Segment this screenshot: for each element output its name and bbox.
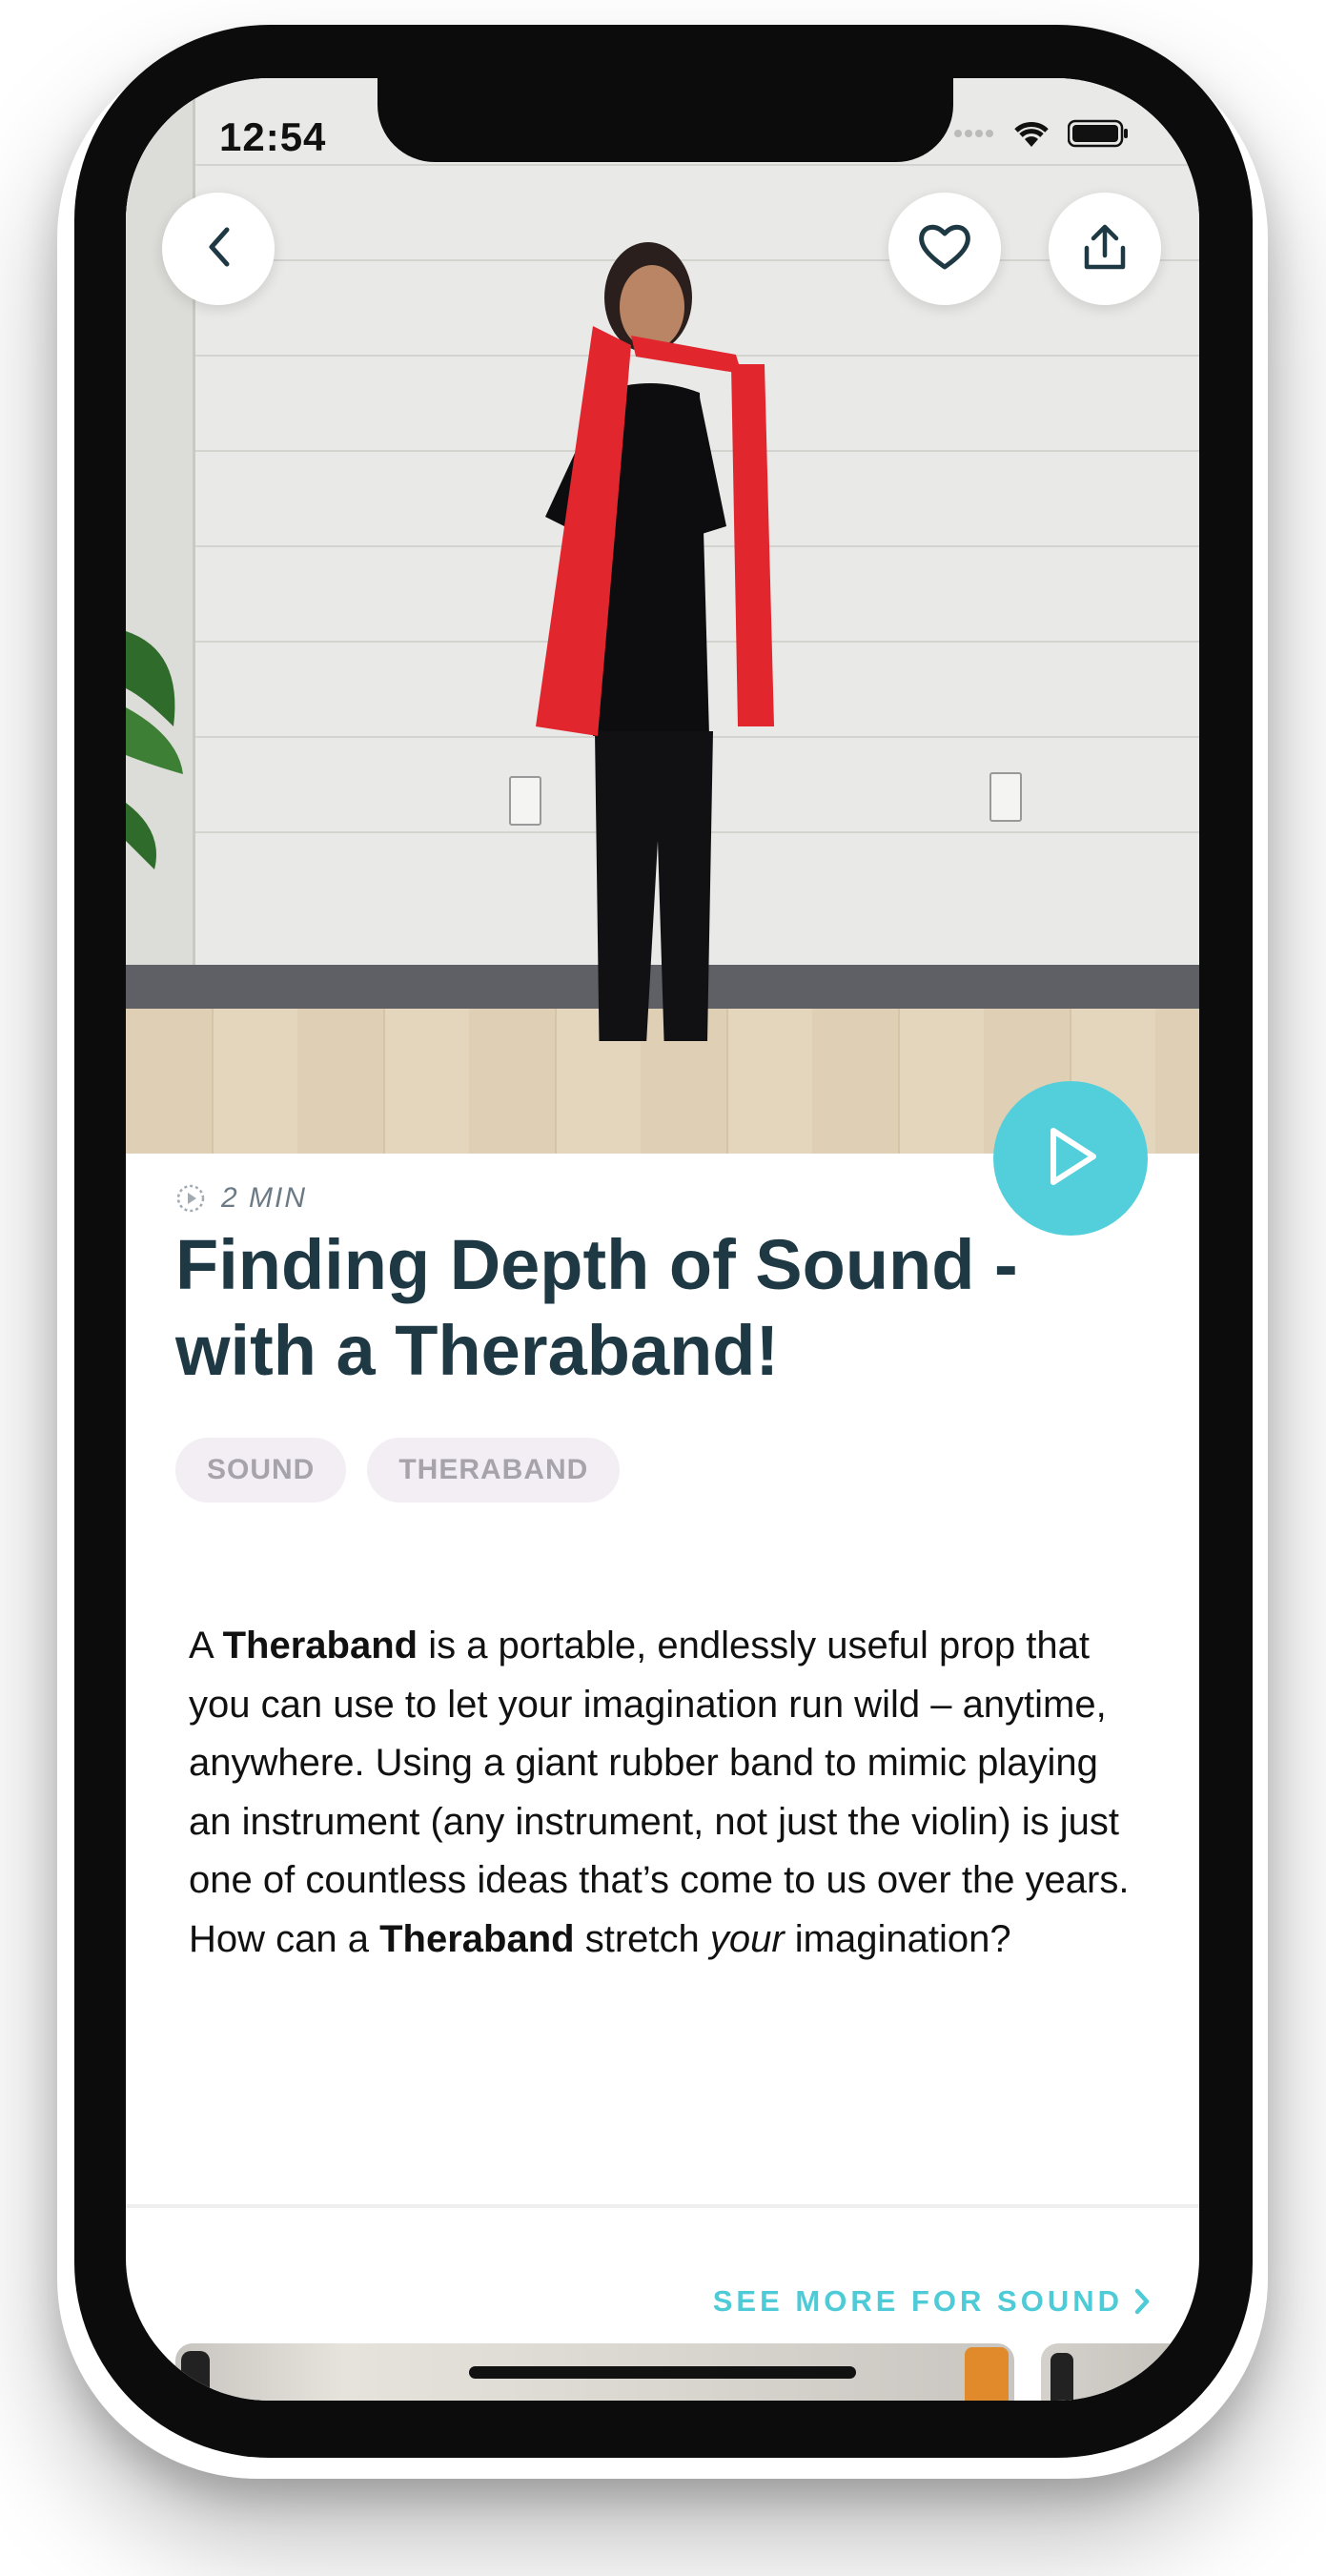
see-more-label: SEE MORE FOR SOUND <box>712 2284 1123 2318</box>
section-divider <box>126 2204 1199 2208</box>
status-icons <box>953 118 1129 153</box>
description-text: imagination? <box>784 1917 1011 1960</box>
description-text: stretch <box>574 1917 710 1960</box>
heart-icon <box>916 221 973 277</box>
thumbnail-figure <box>181 2351 210 2401</box>
description-bold: Theraband <box>379 1917 575 1960</box>
outlet <box>989 772 1022 822</box>
instructor-figure <box>536 242 774 1041</box>
home-indicator[interactable] <box>469 2366 856 2379</box>
description-text: is a portable, endlessly useful prop tha… <box>189 1625 1130 1960</box>
chevron-right-icon <box>1132 2287 1152 2316</box>
page-title: Finding Depth of Sound - with a Theraban… <box>175 1225 1018 1390</box>
duration: 2 MIN <box>175 1182 307 1215</box>
video-thumbnail[interactable] <box>126 78 1199 1154</box>
tag-sound[interactable]: SOUND <box>175 1438 347 1503</box>
description-bold: Theraband <box>222 1625 418 1666</box>
notch <box>377 78 953 162</box>
back-button[interactable] <box>162 193 275 305</box>
battery-icon <box>1067 119 1129 153</box>
timer-icon <box>175 1183 206 1214</box>
thumbnail-figure <box>965 2347 1009 2401</box>
share-button[interactable] <box>1049 193 1161 305</box>
tag-list: SOUND THERABAND <box>175 1438 621 1503</box>
wall-line <box>126 164 1199 166</box>
duration-text: 2 MIN <box>221 1182 308 1214</box>
play-button[interactable] <box>993 1081 1148 1236</box>
description: A Theraband is a portable, endlessly use… <box>189 1617 1142 1969</box>
description-text: A <box>189 1625 223 1666</box>
thumbnail-figure <box>1051 2353 1073 2401</box>
share-icon <box>1081 221 1129 277</box>
see-more-link[interactable]: SEE MORE FOR SOUND <box>713 2284 1152 2319</box>
plant-leaves <box>126 631 183 869</box>
chevron-left-icon <box>204 224 233 275</box>
tag-theraband[interactable]: THERABAND <box>367 1438 621 1503</box>
description-italic: your <box>709 1917 785 1960</box>
favorite-button[interactable] <box>888 193 1001 305</box>
screen: 2 MIN Finding Depth of Sound - with a Th… <box>126 78 1199 2401</box>
status-time: 12:54 <box>219 114 327 159</box>
play-icon <box>1040 1123 1101 1195</box>
wifi-icon <box>1012 118 1051 153</box>
related-thumbnail[interactable] <box>1041 2343 1199 2401</box>
signal-icon <box>953 126 995 146</box>
